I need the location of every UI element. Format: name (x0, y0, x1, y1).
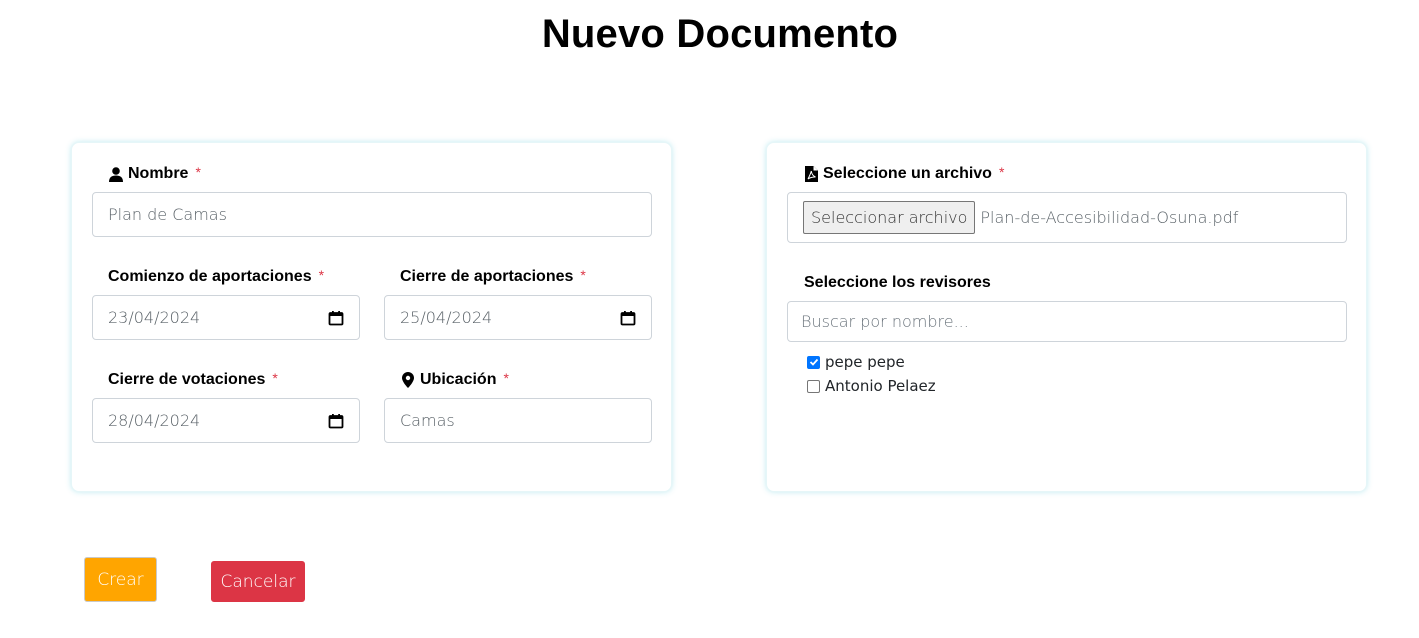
cancel-button[interactable]: Cancelar (211, 561, 305, 602)
cierre-votaciones-label: Cierre de votaciones * (108, 370, 278, 389)
archivo-label-text: Seleccione un archivo (823, 165, 992, 182)
reviewer-search-placeholder: Buscar por nombre... (801, 312, 969, 331)
revisores-label: Seleccione los revisores (804, 274, 991, 292)
required-mark: * (998, 164, 1005, 180)
cierre-votaciones-label-text: Cierre de votaciones (108, 371, 266, 388)
create-button[interactable]: Crear (84, 557, 157, 602)
comienzo-aportaciones-label: Comienzo de aportaciones * (108, 267, 325, 286)
select-file-button[interactable]: Seleccionar archivo (803, 201, 976, 234)
reviewer-list-item[interactable]: pepe pepe (807, 353, 905, 371)
nombre-label: Nombre * (108, 164, 201, 183)
ubicacion-label-text: Ubicación (420, 371, 497, 388)
file-input[interactable]: Seleccionar archivo Plan-de-Accesibilida… (787, 192, 1347, 243)
reviewer-checkbox[interactable] (807, 379, 820, 393)
nombre-input[interactable]: Plan de Camas (92, 192, 652, 237)
document-details-card: Nombre * Plan de Camas Comienzo de aport… (71, 142, 672, 492)
map-marker-icon (400, 372, 416, 388)
reviewer-search-input[interactable]: Buscar por nombre... (787, 301, 1347, 342)
reviewer-list-item[interactable]: Antonio Pelaez (807, 377, 936, 395)
reviewer-checkbox[interactable] (807, 355, 820, 369)
cierre-aportaciones-value: 25/04/2024 (400, 308, 493, 327)
selected-file-name: Plan-de-Accesibilidad-Osuna.pdf (980, 208, 1239, 227)
cierre-aportaciones-label: Cierre de aportaciones * (400, 267, 586, 286)
required-mark: * (195, 164, 201, 180)
calendar-icon[interactable] (328, 413, 344, 429)
comienzo-aportaciones-date-input[interactable]: 23/04/2024 (92, 295, 360, 340)
nombre-value: Plan de Camas (108, 205, 227, 224)
reviewer-name: pepe pepe (825, 353, 905, 371)
page-title: Nuevo Documento (541, 12, 899, 56)
archivo-label: Seleccione un archivo * (803, 164, 1005, 183)
comienzo-aportaciones-value: 23/04/2024 (108, 308, 201, 327)
ubicacion-value: Camas (400, 411, 455, 430)
file-pdf-icon (803, 166, 819, 182)
reviewer-name: Antonio Pelaez (825, 377, 936, 395)
required-mark: * (318, 267, 325, 283)
file-reviewers-card: Seleccione un archivo * Seleccionar arch… (766, 142, 1367, 492)
comienzo-aportaciones-label-text: Comienzo de aportaciones (108, 268, 312, 285)
user-icon (108, 166, 124, 182)
calendar-icon[interactable] (328, 310, 344, 326)
cierre-aportaciones-label-text: Cierre de aportaciones (400, 268, 574, 285)
ubicacion-input[interactable]: Camas (384, 398, 652, 443)
ubicacion-label: Ubicación * (400, 370, 509, 389)
cierre-aportaciones-date-input[interactable]: 25/04/2024 (384, 295, 652, 340)
cierre-votaciones-value: 28/04/2024 (108, 411, 201, 430)
required-mark: * (580, 267, 586, 283)
required-mark: * (272, 370, 278, 386)
calendar-icon[interactable] (620, 310, 636, 326)
required-mark: * (503, 370, 509, 386)
nombre-label-text: Nombre (128, 165, 189, 182)
revisores-label-text: Seleccione los revisores (804, 274, 991, 291)
cierre-votaciones-date-input[interactable]: 28/04/2024 (92, 398, 360, 443)
